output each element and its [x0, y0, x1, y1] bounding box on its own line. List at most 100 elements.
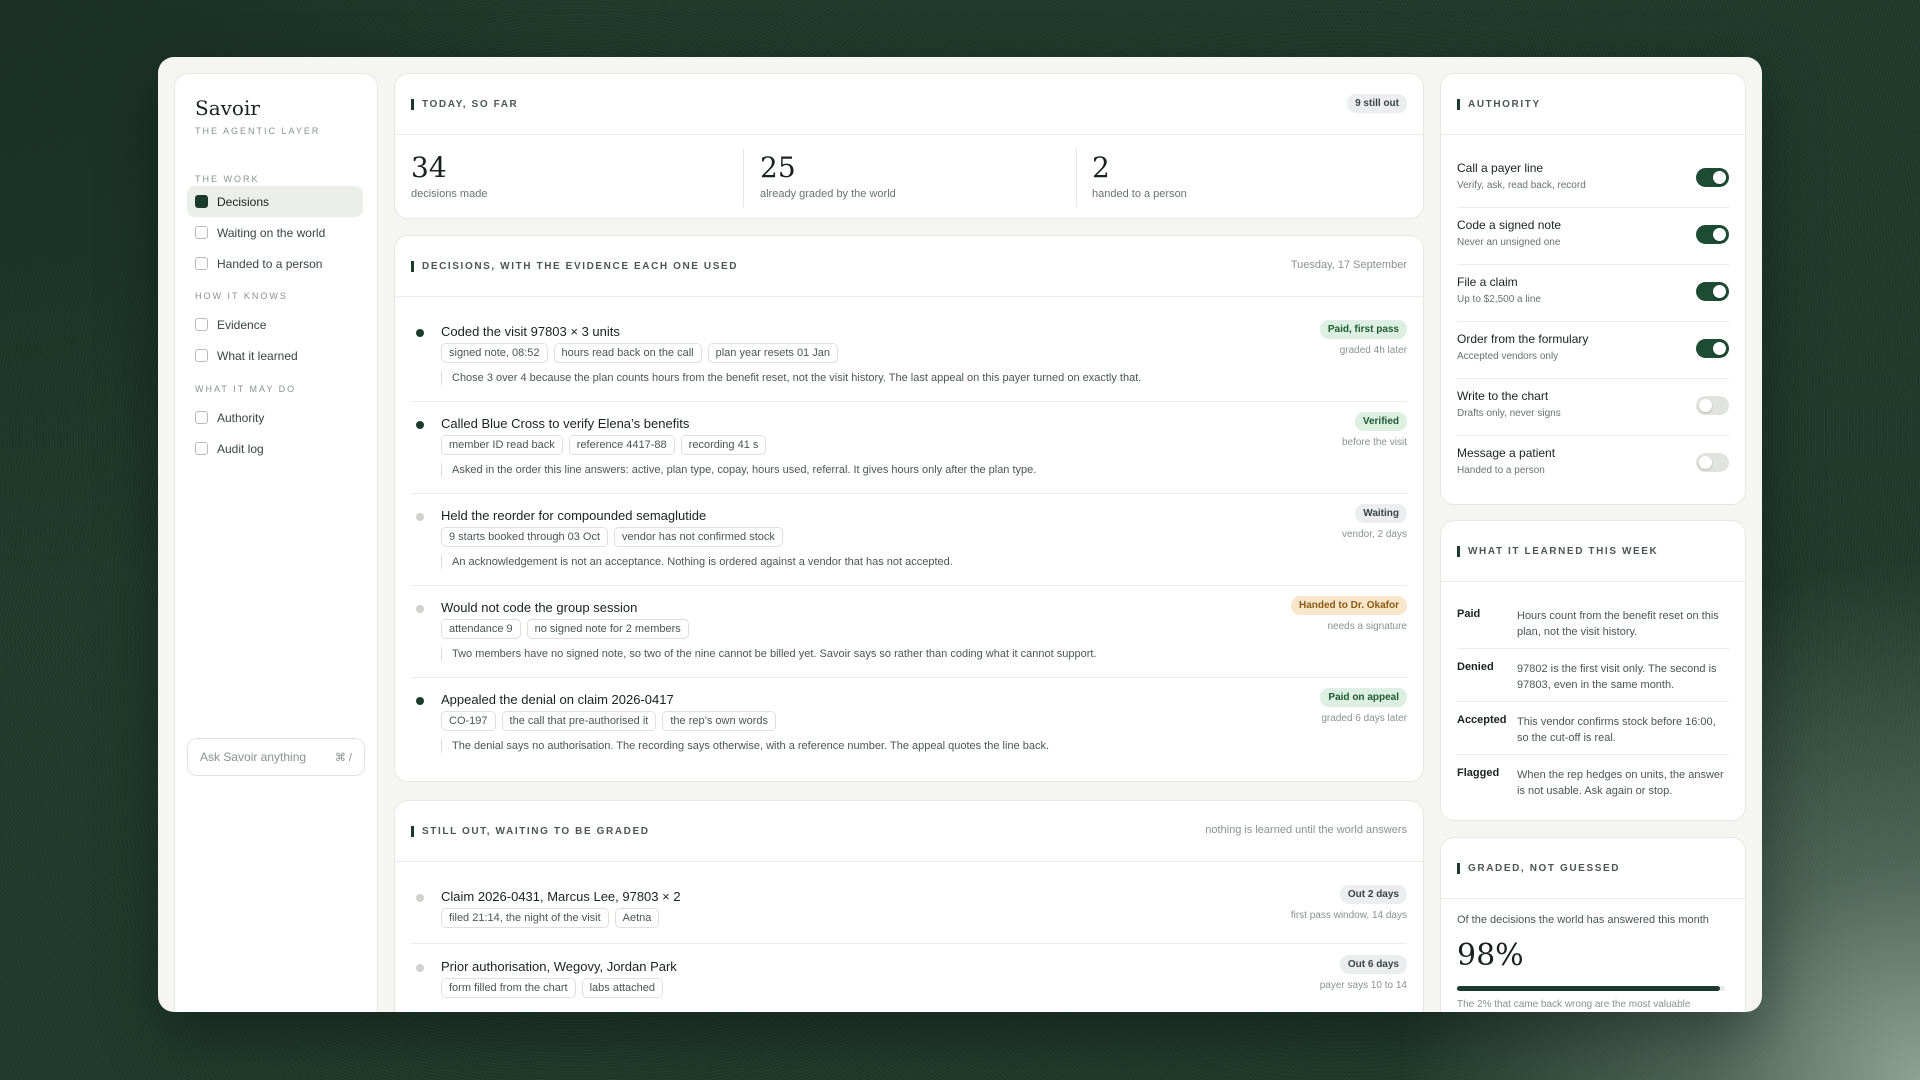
status-badge: Out 2 days — [1339, 885, 1407, 904]
window-note: first pass window, 14 days — [1290, 910, 1407, 921]
nav-section-how-it-knows: HOW IT KNOWS — [195, 291, 288, 301]
evidence-tag[interactable]: no signed note for 2 members — [526, 619, 689, 639]
sidebar-item-waiting[interactable]: Waiting on the world — [187, 217, 363, 248]
graded-when: before the visit — [1341, 437, 1407, 448]
ask-input[interactable]: Ask Savoir anything ⌘ / — [187, 738, 365, 776]
status-badge: Waiting — [1355, 504, 1407, 523]
evidence-tag[interactable]: 9 starts booked through 03 Oct — [441, 527, 609, 547]
decision-title: Coded the visit 97803 × 3 units — [441, 324, 620, 339]
evidence-tags: CO-197 the call that pre-authorised it t… — [441, 711, 776, 731]
stat-value: 25 — [760, 151, 796, 184]
graded-title: GRADED, NOT GUESSED — [1457, 863, 1620, 874]
pending-subtitle: nothing is learned until the world answe… — [1205, 824, 1407, 836]
toggle-message-patient[interactable] — [1696, 453, 1729, 472]
authority-item-sub: Verify, ask, read back, record — [1457, 180, 1586, 191]
toggle-knob — [1713, 342, 1726, 355]
evidence-tag[interactable]: vendor has not confirmed stock — [614, 527, 783, 547]
learned-text: Hours count from the benefit reset on th… — [1517, 610, 1719, 638]
evidence-tag[interactable]: the call that pre-authorised it — [501, 711, 657, 731]
sidebar-item-label: Handed to a person — [217, 256, 323, 271]
evidence-tag[interactable]: Aetna — [614, 908, 660, 928]
authority-item-title: Message a patient — [1457, 446, 1556, 460]
toggle-call-payer[interactable] — [1696, 168, 1729, 187]
stat-label: already graded by the world — [760, 188, 896, 200]
stat-graded: 25 already graded by the world — [760, 151, 896, 201]
authority-title: AUTHORITY — [1457, 99, 1541, 110]
graded-value: 98% — [1457, 938, 1524, 973]
evidence-tags: signed note, 08:52 hours read back on th… — [441, 343, 838, 363]
today-title: TODAY, SO FAR — [411, 99, 518, 110]
evidence-tag[interactable]: hours read back on the call — [553, 343, 702, 363]
learned-header: WHAT IT LEARNED THIS WEEK — [1441, 521, 1745, 582]
learned-text: When the rep hedges on units, the answer… — [1517, 769, 1724, 797]
evidence-tag[interactable]: CO-197 — [441, 711, 496, 731]
authority-item-sub: Drafts only, never signs — [1457, 408, 1561, 419]
toggle-file-claim[interactable] — [1696, 282, 1729, 301]
today-header: TODAY, SO FAR 9 still out — [395, 74, 1423, 135]
evidence-tag[interactable]: signed note, 08:52 — [441, 343, 548, 363]
checkbox-icon — [195, 411, 208, 424]
sidebar-item-audit-log[interactable]: Audit log — [187, 433, 363, 464]
evidence-tag[interactable]: reference 4417-88 — [568, 435, 675, 455]
learned-key: Accepted — [1457, 714, 1507, 726]
authority-item: Call a payer line Verify, ask, read back… — [1457, 161, 1729, 191]
evidence-tag[interactable]: labs attached — [581, 978, 664, 998]
toggle-order-formulary[interactable] — [1696, 339, 1729, 358]
evidence-tag[interactable]: member ID read back — [441, 435, 563, 455]
decision-note: Asked in the order this line answers: ac… — [441, 463, 1036, 477]
sidebar-item-label: What it learned — [217, 348, 298, 363]
sidebar-item-label: Decisions — [217, 194, 270, 209]
pending-title-text: Prior authorisation, Wegovy, Jordan Park — [441, 959, 677, 974]
toggle-knob — [1713, 228, 1726, 241]
evidence-tag[interactable]: form filled from the chart — [441, 978, 576, 998]
graded-card: GRADED, NOT GUESSED Of the decisions the… — [1440, 837, 1746, 1012]
evidence-tag[interactable]: the rep’s own words — [662, 711, 776, 731]
graded-footnote: The 2% that came back wrong are the most… — [1457, 999, 1691, 1010]
sidebar-item-label: Audit log — [217, 441, 264, 456]
sidebar-item-handed[interactable]: Handed to a person — [187, 248, 363, 279]
stat-label: handed to a person — [1092, 188, 1187, 200]
divider — [411, 943, 1407, 944]
decisions-header: DECISIONS, WITH THE EVIDENCE EACH ONE US… — [395, 236, 1423, 297]
sidebar-item-label: Evidence — [217, 317, 267, 332]
sidebar-item-authority[interactable]: Authority — [187, 402, 363, 433]
divider — [1457, 648, 1729, 649]
decisions-date: Tuesday, 17 September — [1290, 259, 1407, 271]
app-window: Savoir THE AGENTIC LAYER THE WORK Decisi… — [158, 57, 1762, 1012]
sidebar-item-evidence[interactable]: Evidence — [187, 309, 363, 340]
checkbox-icon — [195, 257, 208, 270]
toggle-write-chart[interactable] — [1696, 396, 1729, 415]
status-dot — [416, 697, 424, 705]
evidence-tag[interactable]: recording 41 s — [680, 435, 767, 455]
authority-item: Order from the formulary Accepted vendor… — [1457, 332, 1729, 362]
authority-item-sub: Up to $2,500 a line — [1457, 294, 1541, 305]
authority-item-sub: Accepted vendors only — [1457, 351, 1559, 362]
decision-note: The denial says no authorisation. The re… — [441, 739, 1049, 753]
sidebar: Savoir THE AGENTIC LAYER THE WORK Decisi… — [174, 73, 378, 1012]
evidence-tag[interactable]: plan year resets 01 Jan — [707, 343, 838, 363]
pending-card: STILL OUT, WAITING TO BE GRADED nothing … — [394, 800, 1424, 1012]
graded-caption: Of the decisions the world has answered … — [1457, 914, 1709, 926]
learned-title: WHAT IT LEARNED THIS WEEK — [1457, 546, 1658, 557]
status-dot — [416, 964, 424, 972]
stat-decisions: 34 decisions made — [411, 152, 487, 201]
evidence-tag[interactable]: filed 21:14, the night of the visit — [441, 908, 609, 928]
toggle-code-note[interactable] — [1696, 225, 1729, 244]
learned-text: This vendor confirms stock before 16:00,… — [1517, 716, 1716, 744]
sidebar-item-label: Authority — [217, 410, 265, 425]
sidebar-item-learned[interactable]: What it learned — [187, 340, 363, 371]
evidence-tags: form filled from the chart labs attached — [441, 978, 664, 998]
checkbox-icon — [195, 442, 208, 455]
decision-note: Chose 3 over 4 because the plan counts h… — [441, 371, 1141, 385]
divider — [1457, 321, 1729, 322]
learned-key: Denied — [1457, 661, 1494, 673]
status-badge: Paid, first pass — [1319, 320, 1407, 339]
evidence-tag[interactable]: attendance 9 — [441, 619, 521, 639]
pending-title-text: Claim 2026-0431, Marcus Lee, 97803 × 2 — [441, 889, 681, 904]
ask-placeholder: Ask Savoir anything — [200, 750, 307, 764]
graded-progress-fill — [1457, 986, 1720, 991]
divider — [1457, 754, 1729, 755]
sidebar-item-decisions[interactable]: Decisions — [187, 186, 363, 217]
status-dot — [416, 894, 424, 902]
authority-item-title: Code a signed note — [1457, 218, 1562, 232]
